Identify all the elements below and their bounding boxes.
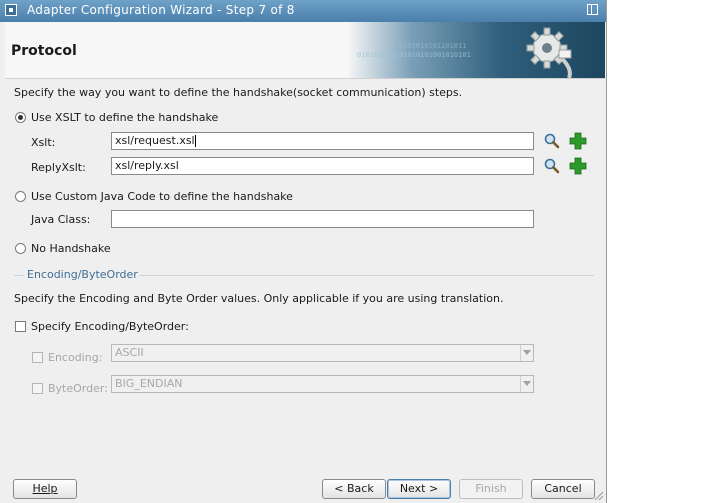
separator-right xyxy=(140,275,594,276)
xslt-input[interactable]: xsl/request.xsl xyxy=(111,132,534,150)
chevron-down-icon xyxy=(523,350,531,355)
app-icon xyxy=(5,4,17,16)
window-title: Adapter Configuration Wizard - Step 7 of… xyxy=(27,3,295,17)
separator-left xyxy=(14,275,24,276)
title-bar: Adapter Configuration Wizard - Step 7 of… xyxy=(0,0,606,22)
search-icon[interactable] xyxy=(543,132,561,150)
content-area: Specify the way you want to define the h… xyxy=(0,79,606,459)
plus-icon[interactable] xyxy=(569,157,587,175)
plus-icon[interactable] xyxy=(569,132,587,150)
reply-xslt-input[interactable]: xsl/reply.xsl xyxy=(111,157,534,175)
specify-encoding-label: Specify Encoding/ByteOrder: xyxy=(31,320,189,333)
encoding-description: Specify the Encoding and Byte Order valu… xyxy=(14,292,504,305)
help-button[interactable]: Help xyxy=(13,479,77,499)
byteorder-select[interactable]: BIG_ENDIAN xyxy=(111,375,534,393)
java-class-label: Java Class: xyxy=(31,213,91,226)
xslt-radio-label: Use XSLT to define the handshake xyxy=(31,111,219,124)
banner-binary-text-2: 0101010101101011 xyxy=(399,42,467,50)
encoding-checkbox[interactable] xyxy=(32,352,43,363)
specify-encoding-checkbox[interactable] xyxy=(15,321,26,332)
byteorder-checkbox[interactable] xyxy=(32,383,43,394)
finish-button[interactable]: Finish xyxy=(459,479,523,499)
custom-java-radio[interactable] xyxy=(15,191,26,202)
chevron-down-icon xyxy=(523,381,531,386)
page-title: Protocol xyxy=(11,43,77,59)
wizard-header: Protocol 010101010101010101001010101 010… xyxy=(5,22,605,79)
xslt-label: Xslt: xyxy=(31,136,56,149)
banner-binary-text: 010101010101010101001010101 xyxy=(357,51,471,59)
xslt-radio[interactable] xyxy=(15,112,26,123)
resize-grip-icon[interactable] xyxy=(594,491,604,501)
custom-java-radio-label: Use Custom Java Code to define the hands… xyxy=(31,190,293,203)
no-handshake-radio-label: No Handshake xyxy=(31,242,111,255)
instructions-text: Specify the way you want to define the h… xyxy=(14,86,463,99)
search-icon[interactable] xyxy=(543,157,561,175)
byteorder-label: ByteOrder: xyxy=(48,382,108,395)
back-button[interactable]: < Back xyxy=(322,479,386,499)
java-class-input[interactable] xyxy=(111,210,534,228)
encoding-select[interactable]: ASCII xyxy=(111,344,534,362)
cancel-button[interactable]: Cancel xyxy=(531,479,595,499)
no-handshake-radio[interactable] xyxy=(15,243,26,254)
encoding-section-legend: Encoding/ByteOrder xyxy=(27,268,138,281)
next-button[interactable]: Next > xyxy=(387,479,451,499)
maximize-icon[interactable] xyxy=(587,4,598,15)
wizard-window: Adapter Configuration Wizard - Step 7 of… xyxy=(0,0,607,503)
reply-xslt-label: ReplyXslt: xyxy=(31,161,86,174)
gear-plug-icon xyxy=(526,27,572,78)
header-banner: 010101010101010101001010101 010101010110… xyxy=(347,22,605,78)
encoding-label: Encoding: xyxy=(48,351,103,364)
